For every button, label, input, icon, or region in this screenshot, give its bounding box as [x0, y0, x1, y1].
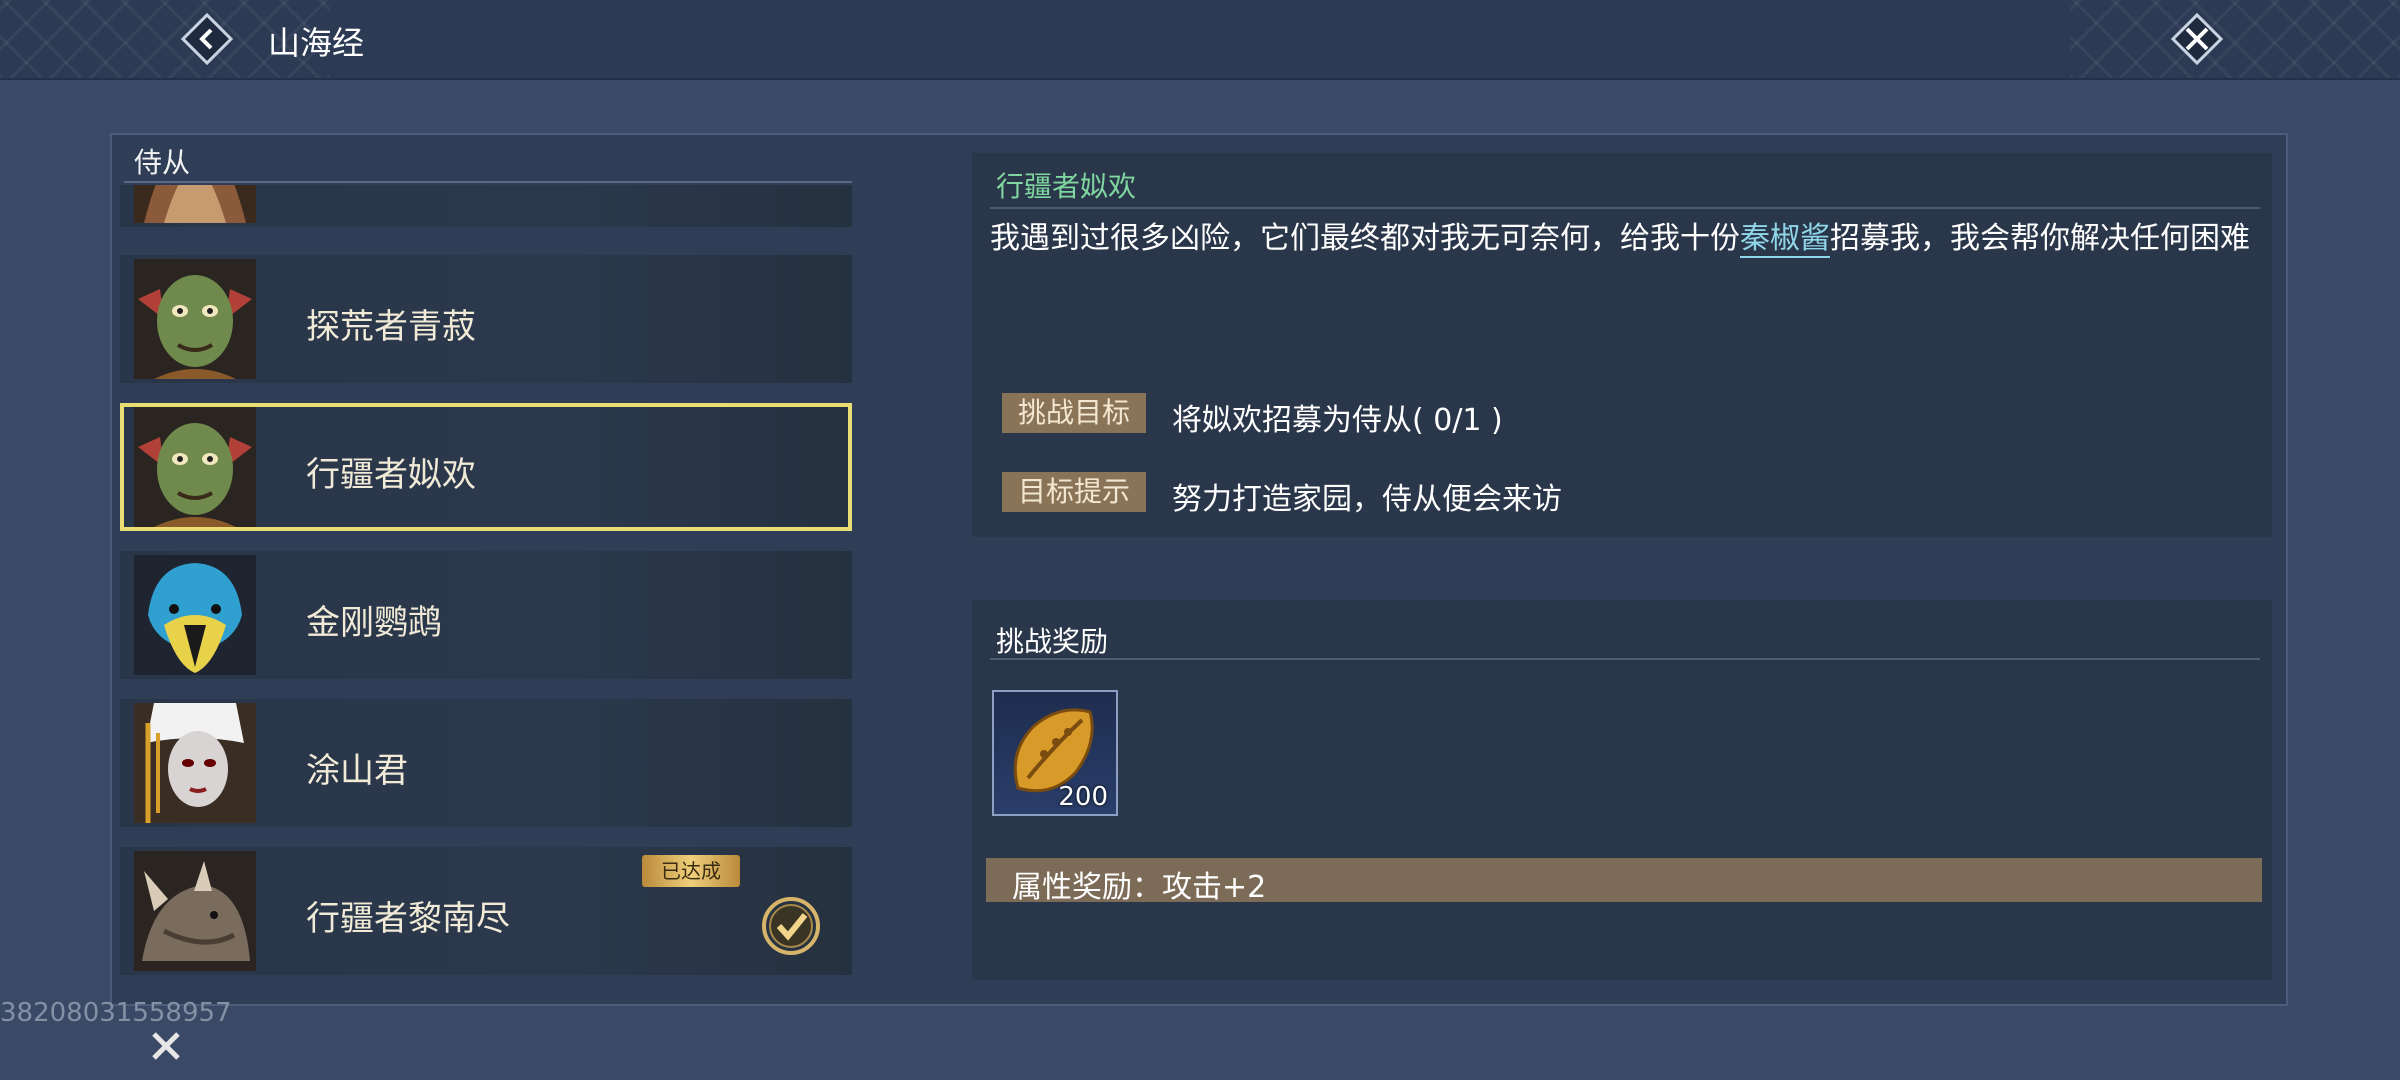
list-item[interactable]: 探荒者青菽 — [120, 255, 852, 383]
list-heading: 侍从 — [134, 146, 191, 179]
close-button[interactable] — [2168, 10, 2226, 68]
divider — [990, 658, 2260, 660]
list-item-name: 金刚鹦鹉 — [306, 603, 442, 643]
detail-title: 行疆者姒欢 — [996, 170, 1137, 203]
goal-text: 将姒欢招募为侍从( 0/1 ) — [1172, 403, 1503, 438]
list-item[interactable]: 金刚鹦鹉 — [120, 551, 852, 679]
list-item[interactable]: 行疆者黎南尽 已达成 — [120, 847, 852, 975]
attribute-bar: 属性奖励：攻击+2 — [986, 858, 2262, 905]
check-icon — [760, 895, 822, 957]
list-item[interactable]: 涂山君 — [120, 699, 852, 827]
page-title: 山海经 — [268, 24, 365, 62]
list-item-name: 涂山君 — [306, 751, 408, 791]
list-header: 侍从 — [124, 137, 852, 183]
companion-portrait — [134, 703, 256, 823]
item-link[interactable]: 秦椒酱 — [1740, 221, 1830, 258]
back-button[interactable] — [178, 10, 236, 68]
list-item[interactable] — [120, 185, 852, 227]
list-item-name: 行疆者黎南尽 — [306, 899, 510, 939]
divider — [990, 207, 2260, 209]
chevron-left-icon — [180, 12, 234, 66]
list-item-name: 探荒者青菽 — [306, 307, 476, 347]
close-icon — [152, 1032, 180, 1060]
hint-tag: 目标提示 — [1002, 472, 1146, 512]
hint-text: 努力打造家园，侍从便会来访 — [1172, 482, 1562, 517]
description-text: 我遇到过很多凶险，它们最终都对我无可奈何，给我十份 — [990, 221, 1740, 256]
completed-badge: 已达成 — [642, 855, 740, 887]
reward-item-slot[interactable]: 200 — [992, 690, 1118, 816]
reward-title: 挑战奖励 — [996, 625, 1109, 658]
top-bar: 山海经 — [0, 0, 2400, 80]
detail-description: 我遇到过很多凶险，它们最终都对我无可奈何，给我十份秦椒酱招募我，我会帮你解决任何… — [990, 217, 2260, 261]
companion-portrait — [134, 555, 256, 675]
item-count: 200 — [1058, 782, 1108, 812]
companion-portrait — [134, 259, 256, 379]
companion-portrait — [134, 851, 256, 971]
attribute-text: 属性奖励：攻击+2 — [1012, 870, 1267, 905]
companion-list[interactable]: 探荒者青菽 行疆者姒欢 金刚鹦鹉 涂山君 行疆者黎南尽 已达成 — [120, 185, 852, 975]
companion-portrait — [134, 407, 256, 527]
user-id: 38208031558957 — [0, 998, 232, 1028]
reward-panel: 挑战奖励 200 属性奖励：攻击+2 — [972, 600, 2272, 980]
corner-close-button[interactable] — [144, 1024, 188, 1068]
description-text: 招募我，我会帮你解决任何困难 — [1830, 221, 2250, 256]
list-item-selected[interactable]: 行疆者姒欢 — [120, 403, 852, 531]
companion-portrait — [134, 185, 256, 223]
close-icon — [2170, 12, 2224, 66]
list-item-name: 行疆者姒欢 — [306, 455, 476, 495]
detail-panel: 行疆者姒欢 我遇到过很多凶险，它们最终都对我无可奈何，给我十份秦椒酱招募我，我会… — [972, 153, 2272, 537]
goal-tag: 挑战目标 — [1002, 393, 1146, 433]
decorative-pattern-right — [2070, 0, 2400, 78]
